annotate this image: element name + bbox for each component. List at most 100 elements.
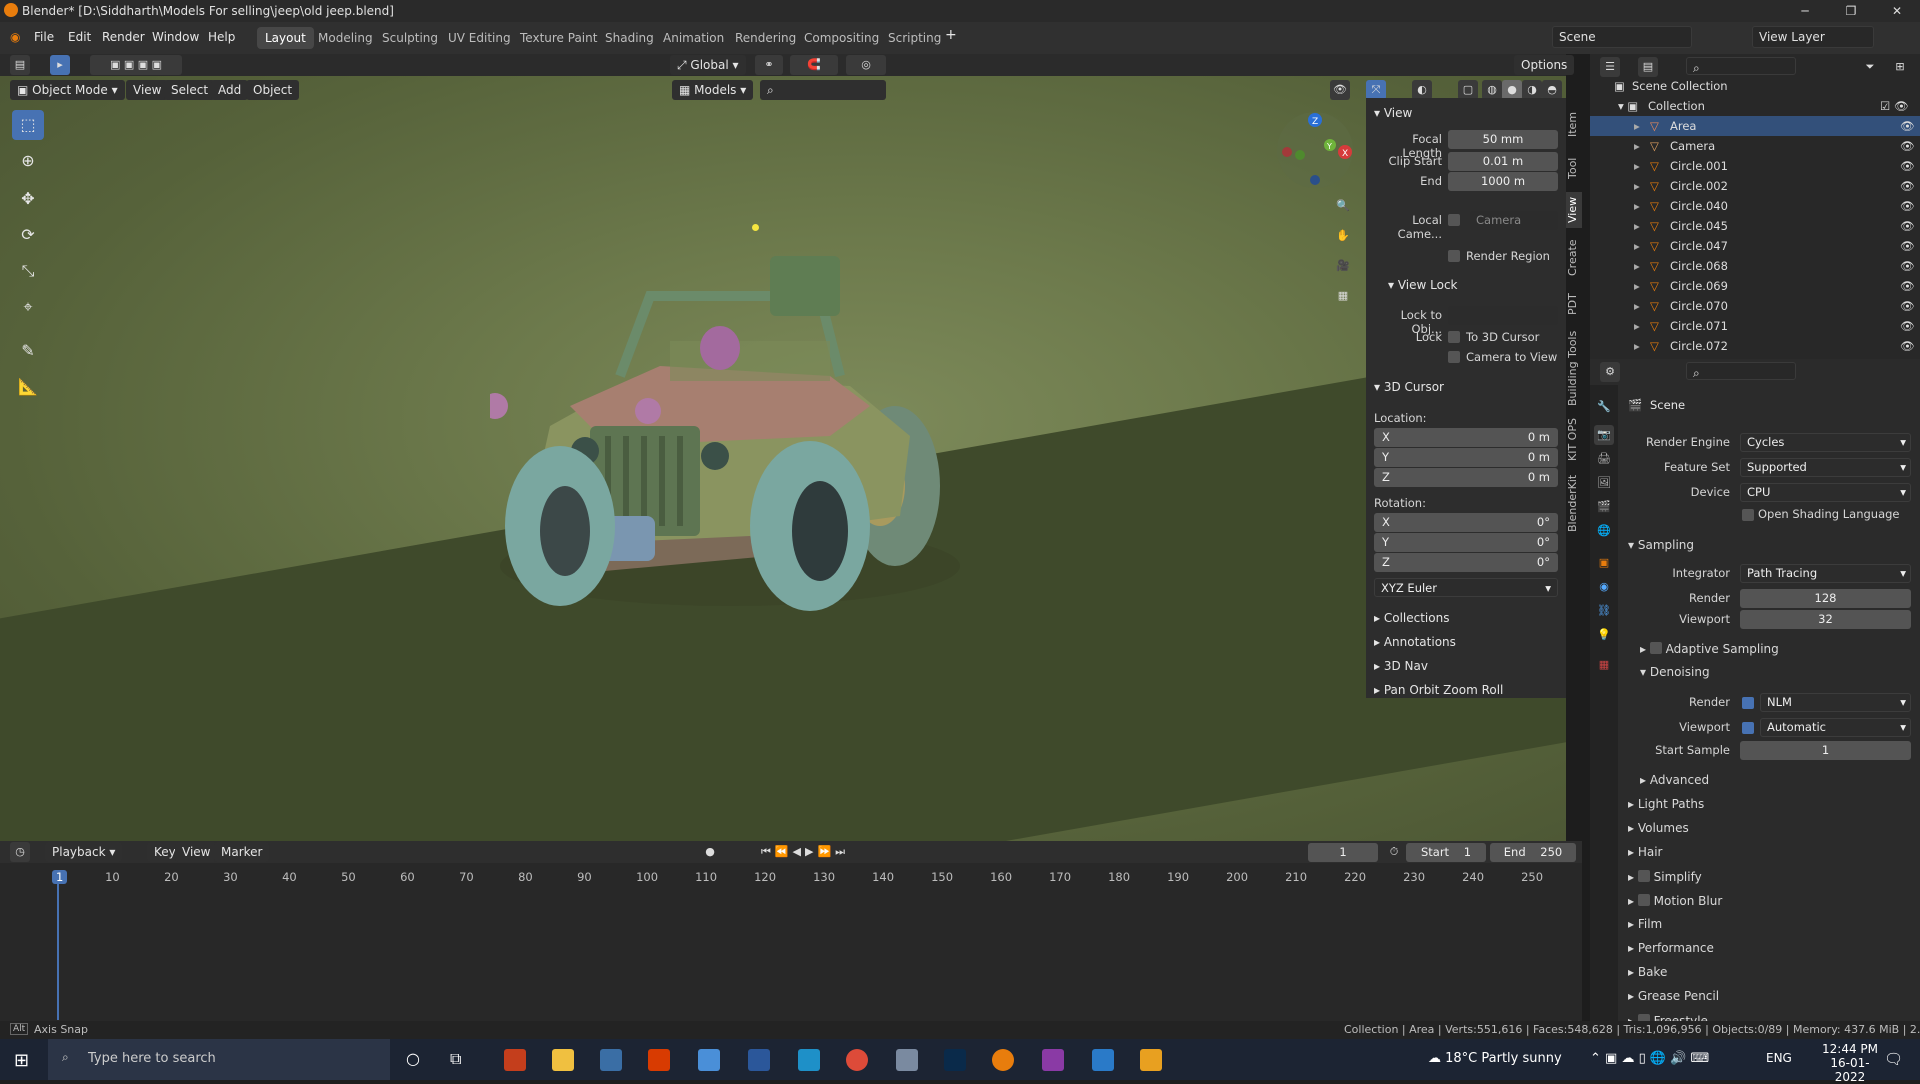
app3-icon[interactable] [1042, 1049, 1064, 1071]
mail-icon[interactable] [798, 1049, 820, 1071]
scale-tool-icon[interactable]: ⤡ [12, 256, 44, 286]
tab-building-tools[interactable]: Building Tools [1566, 328, 1582, 408]
word-icon[interactable] [748, 1049, 770, 1071]
3d-nav-section[interactable]: ▸ 3D Nav [1374, 659, 1428, 673]
mode-dropdown[interactable]: ▣ Object Mode ▾ [10, 80, 125, 100]
select-box-tool-icon[interactable]: ⬚ [12, 110, 44, 140]
tab-sculpting[interactable]: Sculpting [374, 27, 446, 49]
playback-menu[interactable]: Playback ▾ [45, 842, 123, 862]
timeline-editor-type-icon[interactable]: ◷ [10, 842, 30, 862]
clock[interactable]: 12:44 PM 16-01-2022 [1820, 1042, 1880, 1084]
solid-shading-icon[interactable]: ● [1502, 80, 1522, 100]
rotate-tool-icon[interactable]: ⟳ [12, 220, 44, 250]
select-menu[interactable]: Select [164, 80, 216, 100]
scene-selector[interactable]: Scene [1552, 26, 1692, 48]
properties-search[interactable]: ⌕ [1686, 362, 1796, 380]
options-dropdown[interactable]: Options ▾ [1514, 55, 1575, 92]
view-lock-header[interactable]: ▾ View Lock [1388, 278, 1458, 292]
cursor-x-field[interactable]: X0 m [1374, 428, 1558, 447]
menu-file[interactable]: File [34, 30, 54, 44]
properties-section[interactable]: ▸ Film [1628, 917, 1662, 931]
windows-start-icon[interactable]: ⊞ [14, 1050, 29, 1071]
tab-compositing[interactable]: Compositing [796, 27, 887, 49]
properties-section[interactable]: ▸ Light Paths [1628, 797, 1704, 811]
tab-texture-paint[interactable]: Texture Paint [512, 27, 605, 49]
data-tab-icon[interactable]: 💡 [1594, 625, 1614, 645]
eye-icon[interactable]: 👁 [1900, 199, 1915, 213]
advanced-section[interactable]: ▸ Advanced [1640, 773, 1709, 787]
menu-help[interactable]: Help [208, 30, 235, 44]
navigation-gizmo[interactable]: Z X Y [1275, 110, 1355, 190]
pivot-icon[interactable]: ⚭ [755, 55, 783, 75]
view-layer-tab-icon[interactable]: 🖼 [1594, 473, 1614, 493]
outliner-search[interactable]: ⌕ [1686, 57, 1796, 75]
chrome-icon[interactable] [846, 1049, 868, 1071]
menu-render[interactable]: Render [102, 30, 145, 44]
cursor-tool-icon[interactable]: ⊕ [12, 146, 44, 176]
ortho-grid-icon[interactable]: ▦ [1333, 286, 1353, 306]
properties-section[interactable]: ▸ Grease Pencil [1628, 989, 1719, 1003]
rotation-x-field[interactable]: X 0° [1374, 513, 1558, 532]
clip-end-field[interactable]: 1000 m [1448, 172, 1558, 191]
3d-cursor-header[interactable]: ▾ 3D Cursor [1374, 380, 1444, 394]
tab-item[interactable]: Item [1566, 104, 1582, 144]
render-tab-icon[interactable]: 📷 [1594, 425, 1614, 445]
start-sample-field[interactable]: 1 [1740, 741, 1911, 760]
properties-section[interactable]: ▸ Simplify [1628, 869, 1702, 884]
properties-section[interactable]: ▸ Bake [1628, 965, 1667, 979]
outliner-item[interactable]: ▸ ▽ Circle.071 👁 [1590, 316, 1920, 336]
world-tab-icon[interactable]: 🌐 [1594, 521, 1614, 541]
object-tab-icon[interactable]: ▣ [1594, 553, 1614, 573]
cursor-y-field[interactable]: Y0 m [1374, 448, 1558, 467]
new-collection-icon[interactable]: ⊞ [1890, 57, 1910, 77]
material-shading-icon[interactable]: ◑ [1522, 80, 1542, 100]
viewport-samples-field[interactable]: 32 [1740, 610, 1911, 629]
rotation-z-field[interactable]: Z 0° [1374, 553, 1558, 572]
outliner-item[interactable]: ▸ ▽ Circle.069 👁 [1590, 276, 1920, 296]
task-view-icon[interactable]: ⧉ [450, 1049, 461, 1069]
tab-kit-ops[interactable]: KIT OPS [1566, 416, 1582, 464]
rotation-y-field[interactable]: Y 0° [1374, 533, 1558, 552]
zoom-icon[interactable]: 🔍 [1333, 196, 1353, 216]
proportional-edit-icon[interactable]: ◎ [846, 55, 886, 75]
collections-section[interactable]: ▸ Collections [1374, 611, 1449, 625]
office-icon[interactable] [648, 1049, 670, 1071]
properties-section[interactable]: ▸ Volumes [1628, 821, 1689, 835]
display-mode-icon[interactable]: ▤ [1638, 57, 1658, 77]
outliner-collection[interactable]: ▾ ▣ Collection ☑ 👁 [1590, 96, 1920, 116]
tab-modeling[interactable]: Modeling [310, 27, 381, 49]
start-frame-field[interactable]: Start 1 [1406, 843, 1486, 862]
tab-layout[interactable]: Layout [257, 27, 314, 49]
texture-tab-icon[interactable]: ▦ [1594, 655, 1614, 675]
move-tool-icon[interactable]: ✥ [12, 184, 44, 214]
eye-icon[interactable]: 👁 [1900, 219, 1915, 233]
properties-section[interactable]: ▸ Motion Blur [1628, 893, 1722, 908]
annotate-tool-icon[interactable]: ✎ [12, 336, 44, 366]
denoising-section[interactable]: ▾ Denoising [1640, 665, 1710, 679]
tool-tab-icon[interactable]: 🔧 [1594, 397, 1614, 417]
outliner-type-icon[interactable]: ☰ [1600, 57, 1620, 77]
denoise-render-checkbox[interactable] [1742, 697, 1754, 709]
xray-icon[interactable]: ▢ [1458, 80, 1478, 100]
sampling-section[interactable]: ▾ Sampling [1628, 538, 1694, 552]
pan-hand-icon[interactable]: ✋ [1333, 226, 1353, 246]
eye-icon[interactable]: 👁 [1900, 319, 1915, 333]
object-menu[interactable]: Object [246, 80, 300, 100]
local-camera-checkbox[interactable] [1448, 214, 1460, 226]
minimize-button[interactable]: ─ [1782, 0, 1828, 22]
properties-section[interactable]: ▸ Performance [1628, 941, 1714, 955]
outliner-item[interactable]: ▸ ▽ Camera 👁 [1590, 136, 1920, 156]
outliner-item[interactable]: ▸ ▽ Circle.001 👁 [1590, 156, 1920, 176]
feature-set-dropdown[interactable]: Supported ▾ [1740, 458, 1911, 477]
viewport-search[interactable]: ⌕ [760, 80, 886, 100]
tab-tool[interactable]: Tool [1566, 150, 1582, 186]
measure-tool-icon[interactable]: 📐 [12, 372, 44, 402]
vlc-icon[interactable] [1140, 1049, 1162, 1071]
weather-widget[interactable]: ☁ 18°C Partly sunny [1428, 1051, 1562, 1066]
rendered-shading-icon[interactable]: ◓ [1542, 80, 1562, 100]
powerpoint-icon[interactable] [504, 1049, 526, 1071]
tab-shading[interactable]: Shading [597, 27, 662, 49]
app4-icon[interactable] [1092, 1049, 1114, 1071]
outliner-item[interactable]: ▸ ▽ Circle.072 👁 [1590, 336, 1920, 356]
taskbar-search[interactable]: ⌕ Type here to search [48, 1039, 390, 1080]
